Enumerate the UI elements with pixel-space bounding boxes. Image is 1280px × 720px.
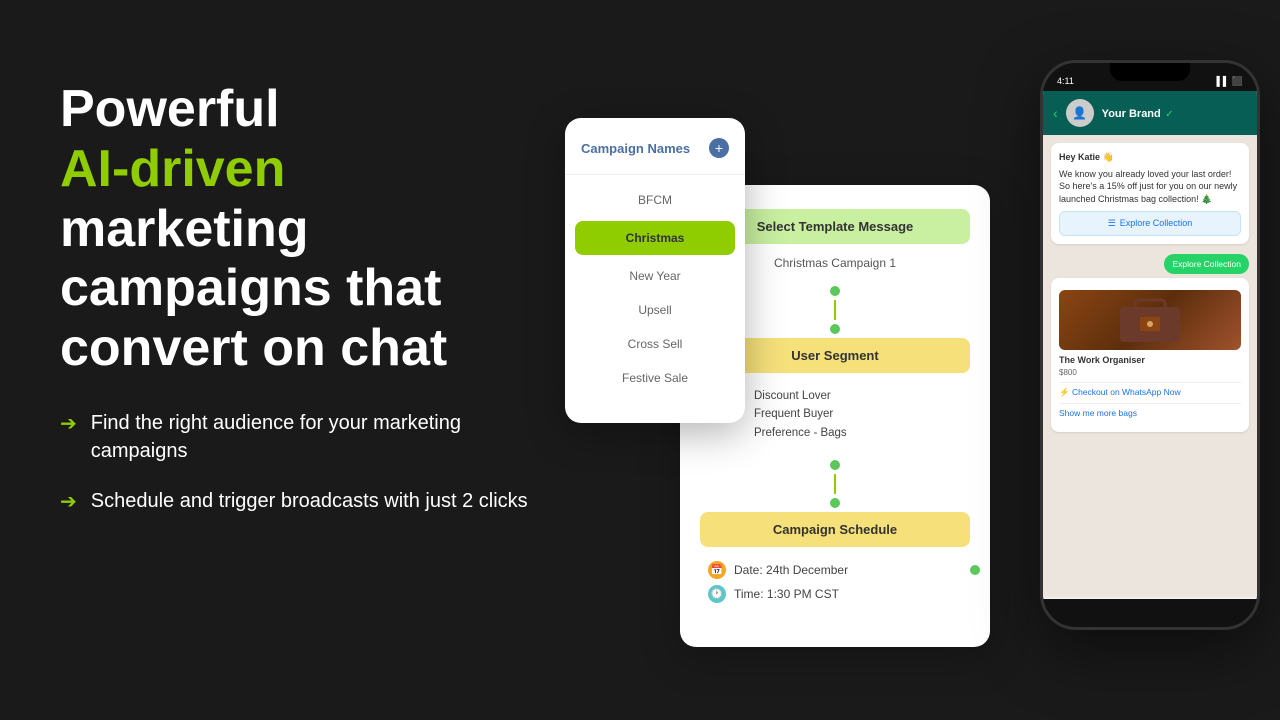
- flow-connector-2: [700, 460, 970, 470]
- bullet-text-1: Find the right audience for your marketi…: [91, 409, 540, 465]
- headline-line1: Powerful: [60, 80, 280, 138]
- chat-greeting: Hey Katie 👋: [1059, 151, 1241, 164]
- product-card-bubble: The Work Organiser $800 ⚡ Checkout on Wh…: [1051, 278, 1249, 432]
- bullet-text-2: Schedule and trigger broadcasts with jus…: [91, 487, 528, 515]
- explore-collection-button[interactable]: ☰ Explore Collection: [1059, 211, 1241, 236]
- campaign-item-new-year[interactable]: New Year: [565, 259, 745, 293]
- schedule-date-item: 📅 Date: 24th December: [708, 561, 962, 579]
- headline: Powerful AI-driven marketing campaigns t…: [60, 80, 540, 379]
- phone-notch: 4:11 ▌▌ ⬛: [1043, 63, 1257, 91]
- clock-icon: 🕐: [708, 585, 726, 603]
- chat-body: Hey Katie 👋 We know you already loved yo…: [1043, 135, 1257, 597]
- left-section: Powerful AI-driven marketing campaigns t…: [60, 80, 540, 537]
- bullet-item-2: ➔ Schedule and trigger broadcasts with j…: [60, 487, 540, 515]
- flow-dot-2b: [830, 498, 840, 508]
- campaign-card-title: Campaign Names: [581, 141, 690, 156]
- flow-connector-2b: [700, 498, 970, 508]
- bag-image-svg: [1110, 292, 1190, 347]
- phone-mockup: 4:11 ▌▌ ⬛ ‹ 👤 Your Brand ✓ Hey Katie 👋 W…: [1040, 60, 1260, 630]
- campaign-names-card: Campaign Names + BFCM Christmas New Year…: [565, 118, 745, 423]
- chat-verified-icon: ✓: [1165, 109, 1173, 120]
- headline-line4: campaigns that: [60, 259, 441, 317]
- phone-status-bar: 4:11 ▌▌ ⬛: [1043, 72, 1257, 91]
- campaign-schedule-header: Campaign Schedule: [700, 512, 970, 547]
- chat-bubble-greeting: Hey Katie 👋 We know you already loved yo…: [1051, 143, 1249, 244]
- flow-dot-1: [830, 286, 840, 296]
- schedule-time-item: 🕐 Time: 1:30 PM CST: [708, 585, 962, 603]
- phone-time: 4:11: [1057, 76, 1074, 87]
- segment-text: Discount Lover Frequent Buyer Preference…: [754, 387, 847, 442]
- menu-icon: ☰: [1108, 217, 1116, 230]
- phone-signal: ▌▌ ⬛: [1217, 76, 1243, 87]
- campaign-item-bfcm[interactable]: BFCM: [565, 183, 745, 217]
- add-campaign-button[interactable]: +: [709, 138, 729, 158]
- headline-line5: convert on chat: [60, 319, 447, 377]
- flow-dot-1b: [830, 324, 840, 334]
- chat-avatar: 👤: [1066, 99, 1094, 127]
- schedule-date-label: Date: 24th December: [734, 563, 848, 577]
- segment-line-1: Discount Lover: [754, 390, 831, 402]
- product-image: [1059, 290, 1241, 350]
- campaign-item-cross-sell[interactable]: Cross Sell: [565, 327, 745, 361]
- checkout-button[interactable]: ⚡ Checkout on WhatsApp Now: [1059, 382, 1241, 403]
- sent-message-container: Explore Collection: [1051, 250, 1249, 278]
- campaign-card-header: Campaign Names +: [565, 138, 745, 175]
- checkout-label: ⚡ Checkout on WhatsApp Now: [1059, 387, 1181, 399]
- bullet-item-1: ➔ Find the right audience for your marke…: [60, 409, 540, 465]
- segment-line-2: Frequent Buyer: [754, 408, 833, 420]
- arrow-icon-2: ➔: [60, 489, 77, 514]
- chat-header: ‹ 👤 Your Brand ✓: [1043, 91, 1257, 135]
- campaign-item-upsell[interactable]: Upsell: [565, 293, 745, 327]
- explore-sent-label: Explore Collection: [1164, 254, 1249, 274]
- product-price: $800: [1059, 367, 1241, 378]
- bottom-green-dot: [970, 565, 980, 575]
- chat-back-button[interactable]: ‹: [1053, 105, 1058, 121]
- explore-btn-label: Explore Collection: [1120, 217, 1193, 230]
- campaign-list: BFCM Christmas New Year Upsell Cross Sel…: [565, 175, 745, 403]
- bullet-points: ➔ Find the right audience for your marke…: [60, 409, 540, 515]
- flow-dot-2: [830, 460, 840, 470]
- phone-screen: ‹ 👤 Your Brand ✓ Hey Katie 👋 We know you…: [1043, 91, 1257, 599]
- campaign-item-festive-sale[interactable]: Festive Sale: [565, 361, 745, 395]
- campaign-item-christmas[interactable]: Christmas: [575, 221, 735, 255]
- arrow-icon-1: ➔: [60, 411, 77, 436]
- schedule-time-label: Time: 1:30 PM CST: [734, 587, 839, 601]
- schedule-content: 📅 Date: 24th December 🕐 Time: 1:30 PM CS…: [700, 547, 970, 623]
- chat-brand-name: Your Brand: [1102, 108, 1161, 120]
- product-name: The Work Organiser: [1059, 354, 1241, 367]
- chat-message-body: We know you already loved your last orde…: [1059, 168, 1241, 206]
- segment-line-3: Preference - Bags: [754, 427, 847, 439]
- headline-line3: marketing: [60, 200, 309, 258]
- headline-ai-driven: AI-driven: [60, 140, 285, 198]
- calendar-icon: 📅: [708, 561, 726, 579]
- show-more-button[interactable]: Show me more bags: [1059, 403, 1241, 424]
- flow-line-2: [834, 474, 836, 494]
- flow-line-1: [834, 300, 836, 320]
- chat-brand-info: Your Brand ✓: [1102, 104, 1174, 122]
- show-more-label: Show me more bags: [1059, 408, 1137, 418]
